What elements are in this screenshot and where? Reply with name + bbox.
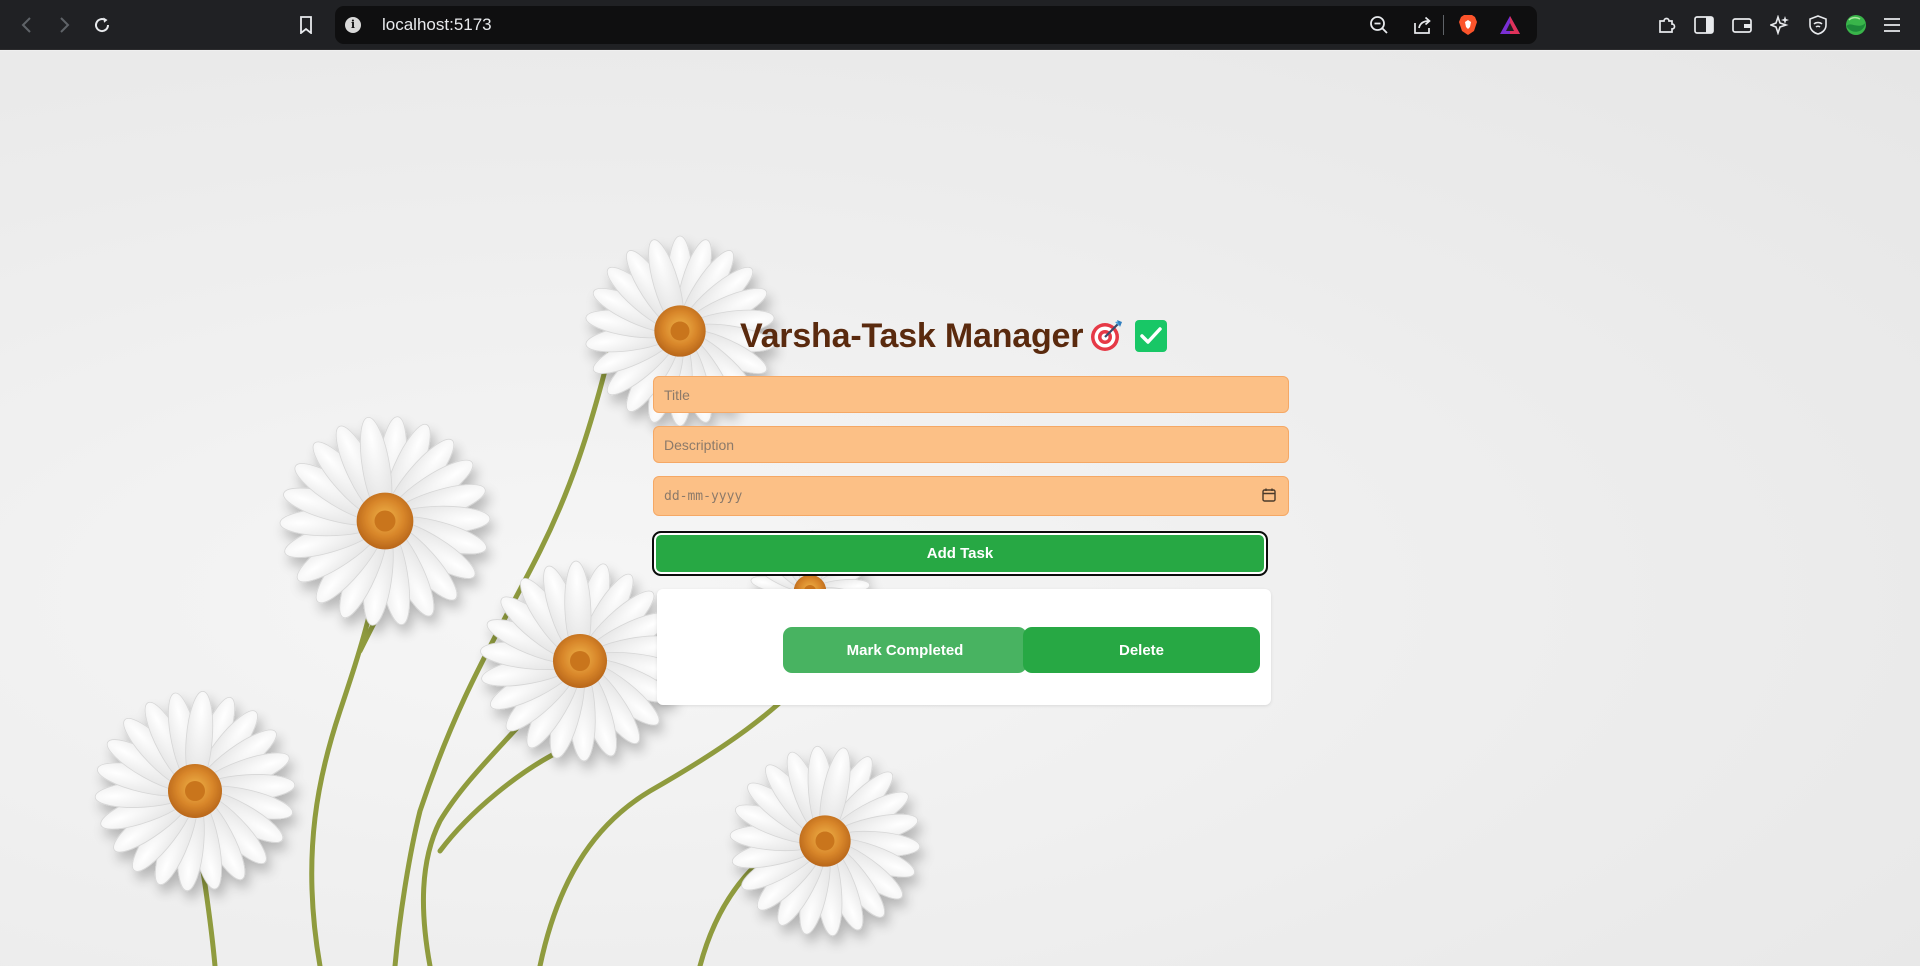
page-title: Varsha-Task Manager xyxy=(740,316,1084,355)
vpn-icon[interactable] xyxy=(1807,14,1829,36)
bookmark-icon[interactable] xyxy=(293,12,319,38)
description-field[interactable] xyxy=(653,426,1289,463)
zoom-out-icon[interactable] xyxy=(1369,15,1389,35)
daisy-flower xyxy=(480,560,680,762)
back-icon[interactable] xyxy=(14,12,40,38)
task-card: Mark Completed Delete xyxy=(657,589,1271,705)
date-field[interactable] xyxy=(653,476,1289,516)
wallet-icon[interactable] xyxy=(1731,14,1753,36)
site-info-icon[interactable]: i xyxy=(345,17,361,33)
leo-ai-icon[interactable] xyxy=(1769,14,1791,36)
brave-shields-icon[interactable] xyxy=(1457,14,1479,36)
description-input[interactable] xyxy=(654,427,1288,462)
delete-button[interactable]: Delete xyxy=(1023,627,1260,673)
add-task-button[interactable]: Add Task xyxy=(652,531,1268,576)
brave-rewards-icon[interactable] xyxy=(1499,15,1521,35)
extensions-icon[interactable] xyxy=(1656,14,1678,36)
daisy-flower xyxy=(729,745,921,937)
forward-icon[interactable] xyxy=(51,12,77,38)
daisy-flower xyxy=(279,416,491,626)
app-header: Varsha-Task Manager xyxy=(740,308,1170,364)
title-input[interactable] xyxy=(654,377,1288,412)
mark-completed-button[interactable]: Mark Completed xyxy=(783,627,1027,673)
calendar-icon[interactable] xyxy=(1262,488,1276,502)
toolbar-separator xyxy=(1443,15,1444,35)
title-field[interactable] xyxy=(653,376,1289,413)
address-bar[interactable]: i localhost:5173 xyxy=(335,6,1537,44)
date-input[interactable] xyxy=(654,477,1288,515)
url-text[interactable]: localhost:5173 xyxy=(382,6,492,44)
check-mark-emoji-icon xyxy=(1135,320,1168,352)
browser-toolbar: i localhost:5173 xyxy=(0,0,1920,50)
share-icon[interactable] xyxy=(1413,15,1433,35)
reload-icon[interactable] xyxy=(89,12,115,38)
profile-icon[interactable] xyxy=(1844,13,1868,37)
menu-icon[interactable] xyxy=(1881,14,1903,36)
daisy-flower xyxy=(94,690,296,892)
sidebar-icon[interactable] xyxy=(1693,14,1715,36)
target-emoji-icon xyxy=(1091,320,1123,351)
